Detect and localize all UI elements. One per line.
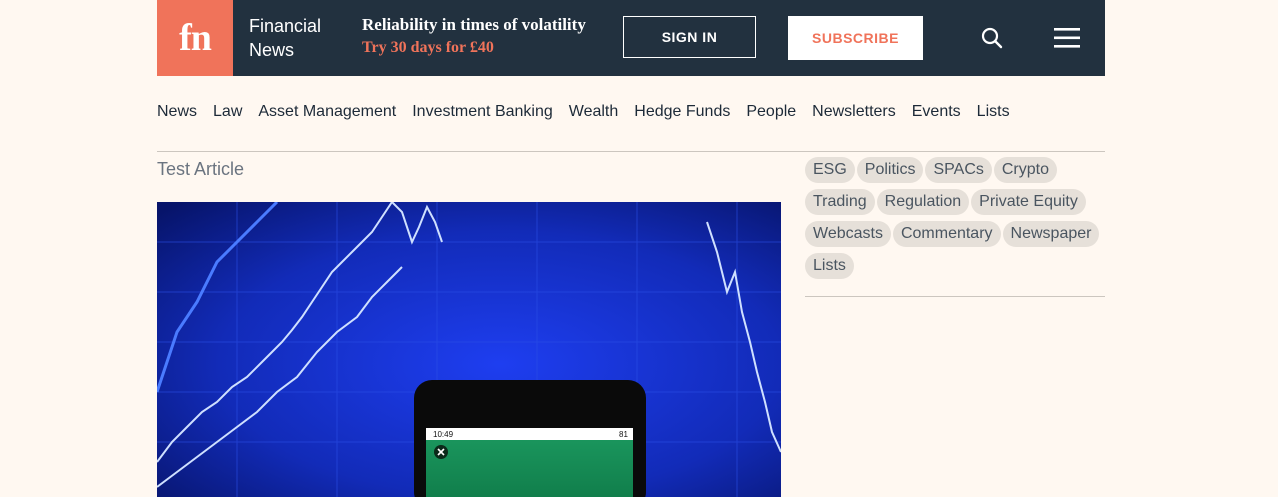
search-icon[interactable] [980, 26, 1004, 50]
article-label: Test Article [157, 159, 245, 179]
tag-regulation[interactable]: Regulation [876, 189, 970, 215]
site-header: fn Financial News Reliability in times o… [157, 0, 1105, 76]
nav-item-asset-management[interactable]: Asset Management [258, 103, 396, 125]
tag-trading[interactable]: Trading [805, 189, 875, 215]
nav-item-newsletters[interactable]: Newsletters [812, 103, 896, 125]
tag-crypto[interactable]: Crypto [993, 157, 1057, 183]
close-icon [434, 445, 448, 459]
promo-offer[interactable]: Try 30 days for £40 [362, 39, 494, 57]
logo[interactable]: fn [157, 0, 233, 76]
stock-chart-photo: 10:49 81 [157, 202, 781, 497]
main-nav: News Law Asset Management Investment Ban… [157, 103, 1010, 125]
promo-title: Reliability in times of volatility [362, 15, 586, 34]
nav-item-lists[interactable]: Lists [977, 103, 1010, 125]
tag-politics[interactable]: Politics [856, 157, 924, 183]
menu-icon[interactable] [1053, 27, 1081, 49]
tag-esg[interactable]: ESG [805, 157, 855, 183]
tag-private-equity[interactable]: Private Equity [971, 189, 1086, 215]
tag-commentary[interactable]: Commentary [892, 221, 1001, 247]
divider [157, 151, 1105, 152]
tag-webcasts[interactable]: Webcasts [805, 221, 891, 247]
article-hero-image[interactable]: 10:49 81 [157, 202, 781, 497]
nav-item-law[interactable]: Law [213, 103, 242, 125]
tag-newspaper[interactable]: Newspaper [1002, 221, 1100, 247]
nav-item-events[interactable]: Events [912, 103, 961, 125]
topic-tags: ESG Politics SPACs Crypto Trading Regula… [805, 157, 1105, 279]
nav-item-hedge-funds[interactable]: Hedge Funds [634, 103, 730, 125]
nav-item-investment-banking[interactable]: Investment Banking [412, 103, 553, 125]
nav-item-news[interactable]: News [157, 103, 197, 125]
phone-time: 10:49 [433, 430, 454, 439]
brand-name[interactable]: Financial News [249, 14, 339, 62]
phone-battery: 81 [619, 430, 628, 439]
brand-line-2: News [249, 40, 295, 60]
subscribe-button[interactable]: SUBSCRIBE [788, 16, 923, 60]
tag-spacs[interactable]: SPACs [925, 157, 992, 183]
sidebar-divider [805, 296, 1105, 297]
tag-lists[interactable]: Lists [805, 253, 854, 279]
brand-line-1: Financial [249, 16, 322, 36]
nav-item-wealth[interactable]: Wealth [569, 103, 619, 125]
sign-in-button[interactable]: SIGN IN [623, 16, 756, 58]
nav-item-people[interactable]: People [746, 103, 796, 125]
